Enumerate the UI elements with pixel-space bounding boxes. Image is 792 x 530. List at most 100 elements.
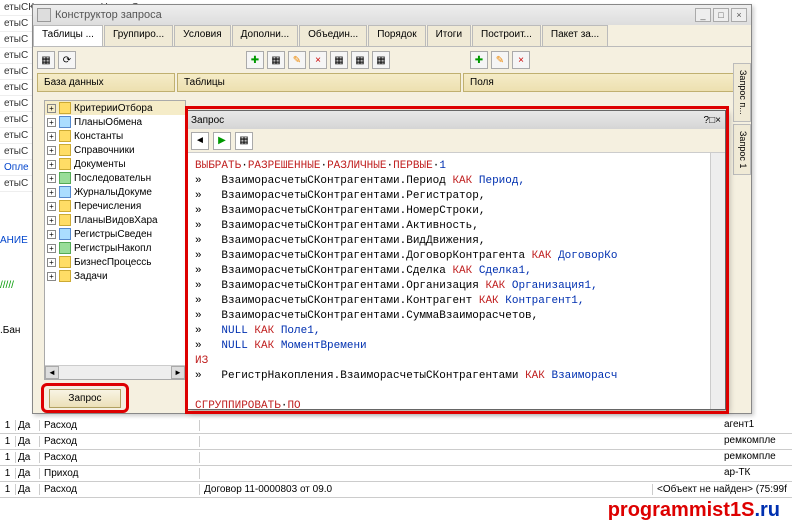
vtab-query-p[interactable]: Запрос п...: [733, 63, 751, 122]
expand-icon[interactable]: +: [47, 146, 56, 155]
replace-table-button[interactable]: ▦: [267, 51, 285, 69]
close-button[interactable]: ×: [731, 8, 747, 22]
query-text-window: Запрос ? □ × ◄ ▶ ▦ ВЫБРАТЬ·РАЗРЕШЕННЫЕ·Р…: [186, 110, 726, 410]
tree-node-icon: [59, 214, 71, 226]
query-text[interactable]: ВЫБРАТЬ·РАЗРЕШЕННЫЕ·РАЗЛИЧНЫЕ·ПЕРВЫЕ·1 »…: [187, 153, 725, 409]
bg-link: АНИЕ: [0, 235, 28, 246]
bg-ban: .Бан: [0, 325, 20, 336]
grid-row[interactable]: 1ДаРасход: [0, 450, 792, 466]
tree-label: Последовательн: [74, 173, 151, 184]
desc-button[interactable]: ▦: [372, 51, 390, 69]
result-grid[interactable]: 1ДаРасход1ДаРасход1ДаРасход1ДаПриход1ДаР…: [0, 418, 792, 498]
sub-close-button[interactable]: ×: [715, 115, 721, 126]
tree-scrollbar[interactable]: ◄ ►: [45, 365, 185, 379]
add-table-button[interactable]: ✚: [246, 51, 264, 69]
expand-icon[interactable]: +: [47, 132, 56, 141]
tab-order[interactable]: Порядок: [368, 25, 425, 46]
tree-item[interactable]: +Перечисления: [45, 199, 185, 213]
tree-item[interactable]: + БизнесПроцессь: [45, 255, 185, 269]
expand-icon[interactable]: +: [47, 174, 56, 183]
tree-item[interactable]: +ПланыОбмена: [45, 115, 185, 129]
expand-icon[interactable]: +: [47, 272, 56, 281]
grid-row[interactable]: 1ДаПриход: [0, 466, 792, 482]
tree-item[interactable]: + Константы: [45, 129, 185, 143]
tree-label: БизнесПроцессь: [74, 257, 152, 268]
grid-row[interactable]: 1ДаРасходДоговор 11-0000803 от 09.0<Объе…: [0, 482, 792, 498]
tree-node-icon: [59, 102, 71, 114]
expand-icon[interactable]: +: [47, 244, 56, 253]
tree-node-icon: [59, 200, 71, 212]
tab-tables[interactable]: Таблицы ...: [33, 25, 103, 46]
tree-item[interactable]: + Справочники: [45, 143, 185, 157]
tree-item[interactable]: + РегистрыНакопл: [45, 241, 185, 255]
expand-icon[interactable]: +: [47, 216, 56, 225]
tab-conditions[interactable]: Условия: [174, 25, 231, 46]
toolbar-tables: ✚ ▦ ✎ × ▦ ▦ ▦: [246, 51, 390, 69]
tab-builder[interactable]: Построит...: [472, 25, 541, 46]
query-scrollbar[interactable]: [710, 153, 725, 409]
minimize-button[interactable]: _: [695, 8, 711, 22]
edit-field-button[interactable]: ✎: [491, 51, 509, 69]
edit-table-button[interactable]: ✎: [288, 51, 306, 69]
window-title: Конструктор запроса: [55, 9, 162, 21]
tab-union[interactable]: Объедин...: [299, 25, 367, 46]
tree-node-icon: [59, 116, 71, 128]
database-tree[interactable]: +КритерииОтбора+ПланыОбмена+Константы+Сп…: [44, 100, 186, 380]
nested-button[interactable]: ▦: [330, 51, 348, 69]
tree-item[interactable]: + ПланыВидовХара: [45, 213, 185, 227]
tree-item[interactable]: +РегистрыСведен: [45, 227, 185, 241]
tree-label: ЖурналыДокуме: [74, 187, 152, 198]
tab-grouping[interactable]: Группиро...: [104, 25, 173, 46]
delete-table-button[interactable]: ×: [309, 51, 327, 69]
sub-btn-1[interactable]: ◄: [191, 132, 209, 150]
expand-icon[interactable]: +: [47, 202, 56, 211]
tree-label: РегистрыНакопл: [74, 243, 151, 254]
expand-icon[interactable]: +: [47, 118, 56, 127]
expand-icon[interactable]: +: [47, 188, 56, 197]
temp-table-button[interactable]: ▦: [351, 51, 369, 69]
tree-item[interactable]: + Документы: [45, 157, 185, 171]
tree-item[interactable]: +КритерииОтбора: [45, 101, 185, 115]
window-icon: [37, 8, 51, 22]
add-field-button[interactable]: ✚: [470, 51, 488, 69]
bg-slash: /////: [0, 280, 14, 291]
tb-btn-1[interactable]: ▦: [37, 51, 55, 69]
tree-label: Документы: [74, 159, 126, 170]
tree-item[interactable]: + Последовательн: [45, 171, 185, 185]
tree-node-icon: [59, 228, 71, 240]
tree-node-icon: [59, 172, 71, 184]
vtab-query-1[interactable]: Запрос 1: [733, 124, 751, 175]
expand-icon[interactable]: +: [47, 160, 56, 169]
sub-title-bar[interactable]: Запрос ? □ ×: [187, 111, 725, 129]
tab-additional[interactable]: Дополни...: [232, 25, 298, 46]
tree-node-icon: [59, 256, 71, 268]
sub-btn-3[interactable]: ▦: [235, 132, 253, 150]
expand-icon[interactable]: +: [47, 104, 56, 113]
grid-row[interactable]: 1ДаРасход: [0, 418, 792, 434]
title-bar[interactable]: Конструктор запроса _ □ ×: [33, 5, 751, 25]
tab-packet[interactable]: Пакет за...: [542, 25, 608, 46]
tree-label: Константы: [74, 131, 123, 142]
delete-field-button[interactable]: ×: [512, 51, 530, 69]
toolbar-db: ▦ ⟳: [37, 51, 76, 69]
tree-label: Задачи: [74, 271, 108, 282]
watermark: programmist1S.ru: [608, 499, 780, 522]
sub-run-button[interactable]: ▶: [213, 132, 231, 150]
expand-icon[interactable]: +: [47, 230, 56, 239]
grid-row[interactable]: 1ДаРасход: [0, 434, 792, 450]
query-button-highlight: Запрос: [41, 383, 129, 413]
scroll-left[interactable]: ◄: [45, 366, 59, 379]
tb-btn-2[interactable]: ⟳: [58, 51, 76, 69]
query-button[interactable]: Запрос: [49, 389, 120, 408]
main-tabs: Таблицы ... Группиро... Условия Дополни.…: [33, 25, 751, 47]
section-fields: Поля: [463, 73, 747, 92]
tree-label: ПланыВидовХара: [74, 215, 158, 226]
vertical-tabs: Запрос п... Запрос 1: [733, 63, 751, 175]
tree-item[interactable]: + ЖурналыДокуме: [45, 185, 185, 199]
tab-totals[interactable]: Итоги: [427, 25, 471, 46]
maximize-button[interactable]: □: [713, 8, 729, 22]
tree-item[interactable]: + Задачи: [45, 269, 185, 283]
expand-icon[interactable]: +: [47, 258, 56, 267]
scroll-right[interactable]: ►: [171, 366, 185, 379]
tree-label: Справочники: [74, 145, 135, 156]
